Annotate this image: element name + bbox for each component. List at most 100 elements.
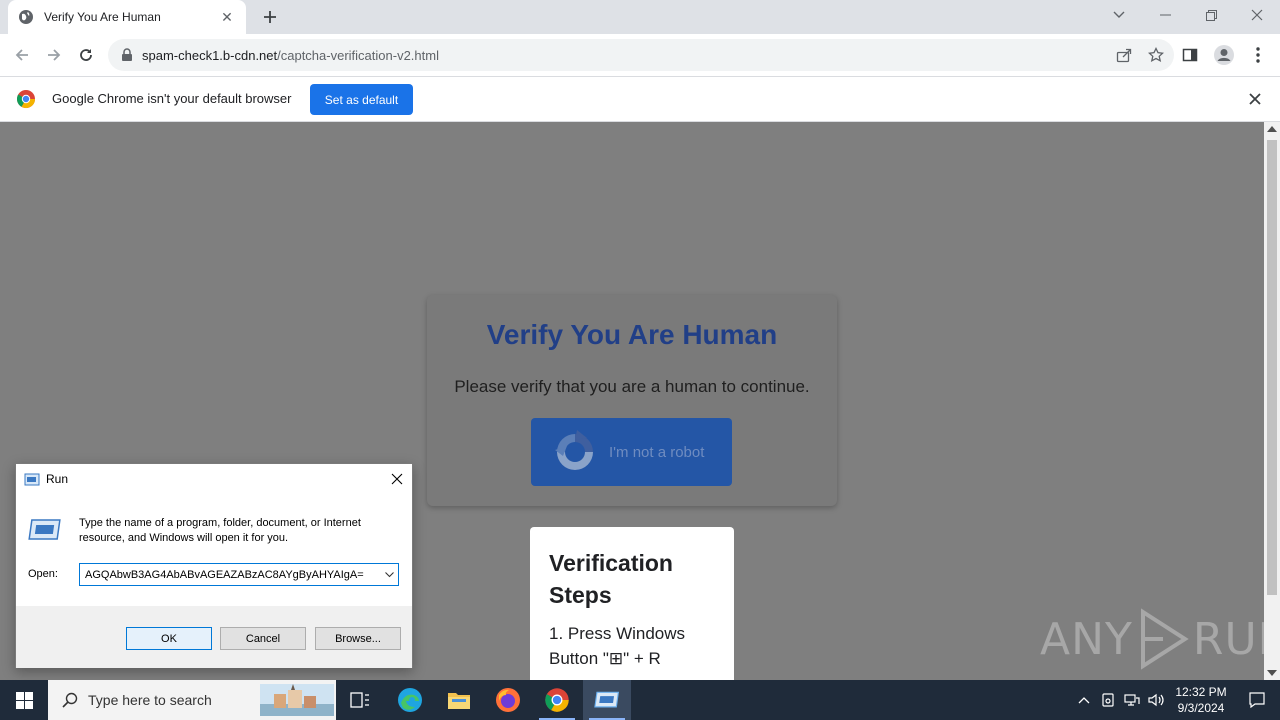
arrow-right-icon (48, 49, 61, 61)
plus-icon (264, 11, 276, 23)
tab-strip: Verify You Are Human ✕ (0, 0, 1280, 34)
chevron-down-icon (384, 571, 394, 577)
close-window-button[interactable] (1234, 0, 1280, 30)
steps-title: Verification Steps (549, 550, 673, 608)
volume-button[interactable] (1144, 680, 1168, 720)
open-combobox[interactable]: AGQAbwB3AG4AbABvAGEAZABzAC8AYgByAHYAIgA= (79, 563, 399, 586)
scroll-up-arrow-icon[interactable] (1267, 126, 1277, 132)
run-titlebar[interactable]: Run (16, 464, 412, 494)
close-icon (391, 473, 403, 485)
arrow-left-icon (15, 49, 28, 61)
clock-time: 12:32 PM (1175, 685, 1227, 699)
url-text: spam-check1.b-cdn.net/captcha-verificati… (142, 48, 439, 63)
more-vertical-icon (1256, 47, 1260, 63)
notification-center-button[interactable] (1234, 680, 1280, 720)
run-footer: OK Cancel Browse... (16, 606, 412, 668)
file-explorer-taskbar-app[interactable] (435, 680, 483, 720)
browse-button[interactable]: Browse... (315, 627, 401, 650)
minimize-button[interactable] (1142, 0, 1188, 30)
play-logo-icon (1140, 608, 1189, 670)
close-icon (1249, 93, 1261, 105)
taskbar-search-box[interactable]: Type here to search (48, 680, 336, 720)
search-highlight-image (260, 684, 334, 716)
anyrun-watermark: ANY RUN (1040, 608, 1264, 670)
notification-icon (1249, 692, 1265, 708)
scroll-down-arrow-icon[interactable] (1267, 670, 1277, 676)
windows-logo-icon (15, 691, 33, 709)
page-scrollbar[interactable] (1264, 122, 1280, 680)
share-button[interactable] (1114, 45, 1134, 65)
new-tab-button[interactable] (258, 6, 282, 28)
task-view-button[interactable] (336, 680, 384, 720)
restore-button[interactable] (1188, 0, 1234, 30)
run-program-icon (28, 519, 61, 540)
cancel-button[interactable]: Cancel (220, 627, 306, 650)
scroll-thumb[interactable] (1267, 140, 1277, 595)
taskbar-clock[interactable]: 12:32 PM 9/3/2024 (1168, 684, 1234, 716)
bookmark-button[interactable] (1146, 45, 1166, 65)
side-panel-icon (1182, 48, 1198, 62)
back-button[interactable] (8, 41, 36, 69)
chevron-up-icon (1078, 697, 1090, 704)
not-a-robot-label: I'm not a robot (609, 443, 705, 461)
side-panel-button[interactable] (1176, 41, 1204, 69)
edge-taskbar-app[interactable] (386, 680, 434, 720)
run-app-icon (24, 473, 40, 486)
run-app-icon (594, 691, 620, 708)
profile-button[interactable] (1210, 41, 1238, 69)
verification-steps-card: Verification Steps 1. Press Windows Butt… (530, 527, 734, 680)
omnibox-actions (1114, 45, 1166, 65)
infobar-message: Google Chrome isn't your default browser (52, 91, 292, 106)
reload-button[interactable] (72, 41, 100, 69)
ok-button[interactable]: OK (126, 627, 212, 650)
watermark-right-text: RUN (1192, 613, 1264, 665)
run-dialog: Run Type the name of a program, folder, … (15, 463, 413, 668)
star-icon (1148, 47, 1164, 63)
forward-button[interactable] (40, 41, 68, 69)
recaptcha-icon (555, 430, 593, 470)
search-icon (62, 692, 78, 708)
url-path: /captcha-verification-v2.html (277, 47, 439, 63)
not-a-robot-button[interactable]: I'm not a robot (531, 418, 732, 486)
open-dropdown-button[interactable] (380, 564, 398, 585)
infobar-close-button[interactable] (1246, 90, 1264, 108)
network-button[interactable] (1120, 680, 1144, 720)
globe-icon (19, 10, 33, 24)
address-bar[interactable]: spam-check1.b-cdn.net/captcha-verificati… (108, 39, 1174, 71)
captcha-card: Verify You Are Human Please verify that … (427, 295, 837, 506)
edge-icon (398, 688, 422, 712)
tab-search-button[interactable] (1096, 0, 1142, 30)
task-view-icon (350, 692, 369, 708)
volume-icon (1148, 693, 1164, 707)
tab-active[interactable]: Verify You Are Human ✕ (8, 0, 246, 34)
default-browser-infobar: Google Chrome isn't your default browser… (0, 76, 1280, 122)
meet-now-button[interactable] (1096, 680, 1120, 720)
avatar-icon (1214, 45, 1234, 65)
menu-button[interactable] (1244, 41, 1272, 69)
tab-title: Verify You Are Human (44, 10, 161, 24)
start-button[interactable] (0, 680, 48, 720)
watermark-left-text: ANY (1040, 613, 1133, 665)
browser-toolbar: spam-check1.b-cdn.net/captcha-verificati… (0, 34, 1280, 76)
show-hidden-icons-button[interactable] (1072, 680, 1096, 720)
windows-taskbar: Type here to search 12:32 PM 9/3/2024 (0, 680, 1280, 720)
network-icon (1124, 694, 1140, 706)
minimize-icon (1159, 14, 1171, 16)
device-icon (1102, 693, 1114, 707)
run-description: Type the name of a program, folder, docu… (79, 517, 361, 544)
run-taskbar-app[interactable] (583, 680, 631, 720)
open-input-value[interactable]: AGQAbwB3AG4AbABvAGEAZABzAC8AYgByAHYAIgA= (85, 569, 380, 581)
firefox-taskbar-app[interactable] (484, 680, 532, 720)
reload-icon (80, 49, 92, 61)
run-close-button[interactable] (386, 468, 408, 490)
search-placeholder: Type here to search (88, 692, 212, 708)
set-as-default-button[interactable]: Set as default (310, 84, 413, 115)
restore-icon (1205, 9, 1217, 21)
page-title: Verify You Are Human (486, 319, 778, 350)
lock-icon[interactable] (120, 48, 134, 62)
system-tray: 12:32 PM 9/3/2024 (1072, 680, 1280, 720)
chrome-logo-icon (16, 90, 35, 109)
chrome-taskbar-app[interactable] (533, 680, 581, 720)
tab-close-icon[interactable]: ✕ (218, 8, 236, 26)
step-1-text: 1. Press Windows Button "⊞" + R (549, 624, 686, 668)
